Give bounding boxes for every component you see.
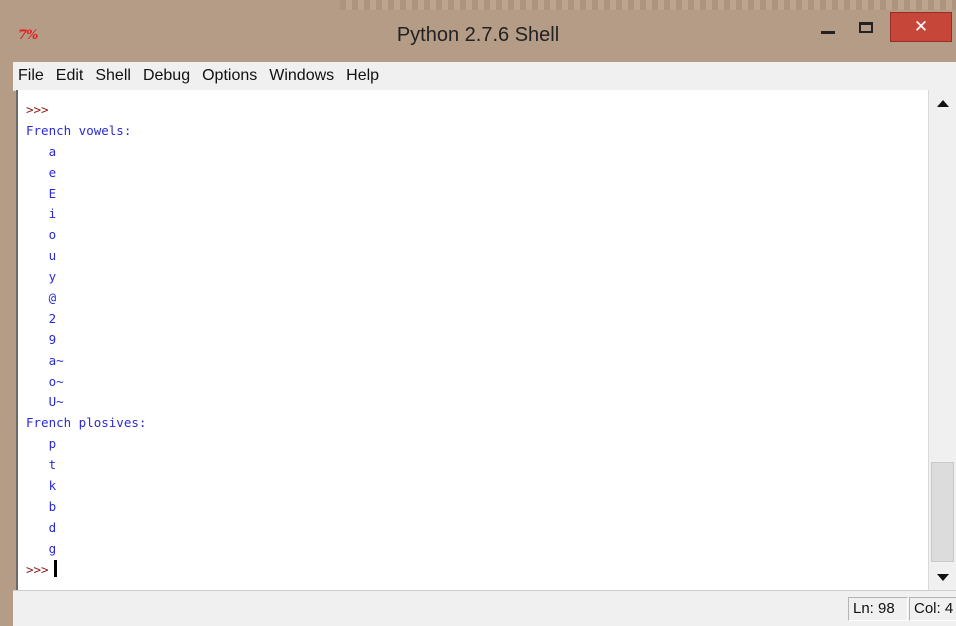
output-text: o~ <box>26 373 64 389</box>
output-line: a <box>26 142 146 163</box>
close-icon: ✕ <box>913 17 929 37</box>
output-line: p <box>26 434 146 455</box>
output-text: i <box>26 206 57 222</box>
scrolled-line-fragment <box>443 90 533 96</box>
title-bar-overlap <box>340 0 956 10</box>
output-line: o <box>26 225 146 246</box>
menu-shell[interactable]: Shell <box>90 62 138 90</box>
output-line: 9 <box>26 330 146 351</box>
output-text: t <box>26 457 57 473</box>
output-text: French vowels: <box>26 122 132 138</box>
output-line: @ <box>26 288 146 309</box>
menu-file[interactable]: File <box>13 62 51 90</box>
scroll-thumb[interactable] <box>931 462 954 562</box>
scroll-up-button[interactable] <box>929 90 956 116</box>
scrolled-line-fragment <box>24 90 64 96</box>
minimize-icon <box>821 30 835 34</box>
maximize-button[interactable] <box>852 12 880 42</box>
arrow-up-icon <box>936 99 949 107</box>
output-line: a~ <box>26 351 146 372</box>
column-number-indicator: Col: 4 <box>909 597 956 621</box>
shell-output: >>> French vowels: a e E i o u y @ 2 9 a~… <box>26 100 146 580</box>
output-text: 9 <box>26 331 57 347</box>
output-line: b <box>26 497 146 518</box>
output-text: a~ <box>26 352 64 368</box>
status-bar: Ln: 98 Col: 4 <box>13 590 956 626</box>
menu-windows[interactable]: Windows <box>264 62 341 90</box>
prompt-text: >>> <box>26 561 49 577</box>
idle-shell-window: 7% Python 2.7.6 Shell ✕ File Edit Shell Deb… <box>0 0 956 626</box>
output-text: o <box>26 227 57 243</box>
output-line: E <box>26 184 146 205</box>
output-line: y <box>26 267 146 288</box>
output-line: French vowels: <box>26 121 146 142</box>
window-title: Python 2.7.6 Shell <box>396 24 560 46</box>
output-line: u <box>26 246 146 267</box>
prompt-text: >>> <box>26 102 49 117</box>
output-line: g <box>26 539 146 560</box>
line-number-indicator: Ln: 98 <box>848 597 908 621</box>
close-button[interactable]: ✕ <box>890 12 952 42</box>
menu-help[interactable]: Help <box>341 62 386 90</box>
output-text: y <box>26 269 57 285</box>
menu-options[interactable]: Options <box>197 62 264 90</box>
output-line: k <box>26 476 146 497</box>
output-text: b <box>26 498 57 514</box>
output-text: p <box>26 436 57 452</box>
title-bar[interactable]: 7% Python 2.7.6 Shell ✕ <box>0 0 956 62</box>
menu-debug[interactable]: Debug <box>138 62 197 90</box>
arrow-down-icon <box>936 573 949 581</box>
text-cursor <box>53 559 57 577</box>
minimize-button[interactable] <box>814 12 842 42</box>
output-text: E <box>26 185 57 201</box>
output-text: 2 <box>26 310 57 326</box>
output-text: a <box>26 143 57 159</box>
output-text: u <box>26 248 57 264</box>
output-text: French plosives: <box>26 415 147 431</box>
prompt-line: >>> <box>26 559 146 581</box>
menu-edit[interactable]: Edit <box>51 62 91 90</box>
output-text: e <box>26 164 57 180</box>
shell-text-area[interactable]: >>> French vowels: a e E i o u y @ 2 9 a~… <box>16 90 928 590</box>
menu-bar: File Edit Shell Debug Options Windows Help <box>13 62 956 91</box>
maximize-icon <box>859 21 873 33</box>
output-line: i <box>26 204 146 225</box>
output-line: 2 <box>26 309 146 330</box>
output-text: g <box>26 540 57 556</box>
scroll-down-button[interactable] <box>929 564 956 590</box>
output-line: t <box>26 455 146 476</box>
output-line: o~ <box>26 372 146 393</box>
output-line: U~ <box>26 392 146 413</box>
output-line: French plosives: <box>26 413 146 434</box>
vertical-scrollbar[interactable] <box>928 90 956 590</box>
output-text: k <box>26 478 57 494</box>
output-text: @ <box>26 290 57 306</box>
output-text: d <box>26 519 57 535</box>
output-text: U~ <box>26 394 64 410</box>
output-line: e <box>26 163 146 184</box>
prompt-line: >>> <box>26 100 146 121</box>
output-line: d <box>26 518 146 539</box>
